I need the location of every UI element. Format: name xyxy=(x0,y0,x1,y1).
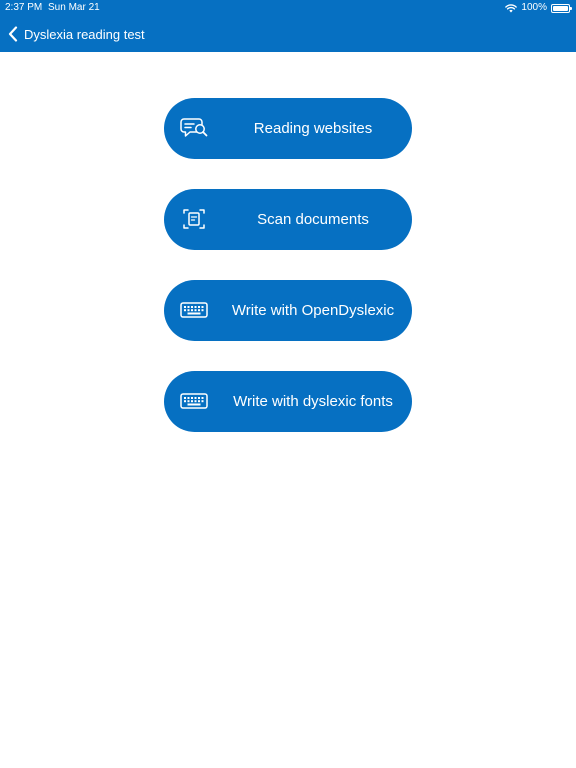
menu-label: Write with OpenDyslexic xyxy=(231,302,395,319)
write-dyslexic-fonts-button[interactable]: Write with dyslexic fonts xyxy=(164,371,412,432)
chevron-left-icon xyxy=(8,26,18,42)
wifi-icon xyxy=(505,4,518,13)
keyboard-icon xyxy=(180,393,208,409)
menu-label: Scan documents xyxy=(257,211,369,228)
status-indicators: 100% xyxy=(505,0,572,16)
page-title: Dyslexia reading test xyxy=(24,26,145,42)
navigation-bar: Dyslexia reading test xyxy=(0,18,576,50)
reading-websites-button[interactable]: Reading websites xyxy=(164,98,412,159)
menu-label: Write with dyslexic fonts xyxy=(233,393,393,410)
battery-percent: 100% xyxy=(521,2,547,13)
scan-documents-button[interactable]: Scan documents xyxy=(164,189,412,250)
chat-search-icon xyxy=(180,118,208,137)
keyboard-icon xyxy=(180,302,208,318)
app-screen: 2:37 PM Sun Mar 21 100% Dyslexia reading… xyxy=(0,0,576,768)
document-scan-icon xyxy=(183,209,205,229)
battery-fill xyxy=(553,5,568,11)
app-header: 2:37 PM Sun Mar 21 100% Dyslexia reading… xyxy=(0,0,576,52)
status-date: Sun Mar 21 xyxy=(48,2,100,13)
back-button[interactable]: Dyslexia reading test xyxy=(8,26,145,42)
battery-tip xyxy=(570,6,572,10)
status-bar: 2:37 PM Sun Mar 21 100% xyxy=(0,0,576,16)
write-opendyslexic-button[interactable]: Write with OpenDyslexic xyxy=(164,280,412,341)
status-time: 2:37 PM xyxy=(5,2,43,13)
main-menu: Reading websites Scan documents Write wi… xyxy=(164,98,412,462)
menu-label: Reading websites xyxy=(253,120,373,137)
battery-icon xyxy=(551,3,572,13)
